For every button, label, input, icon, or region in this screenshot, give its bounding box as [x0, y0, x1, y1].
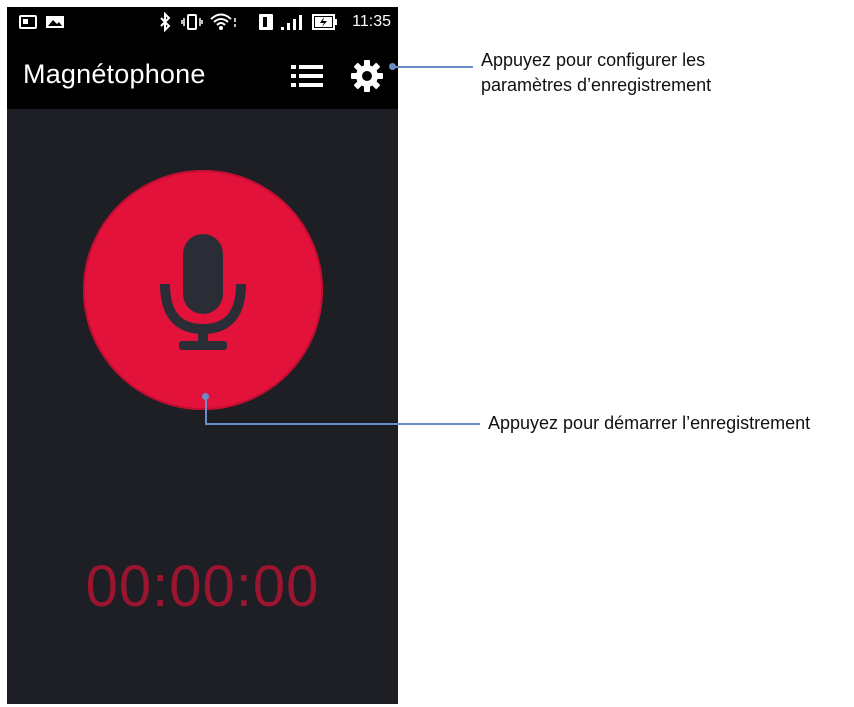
page-title: Magnétophone: [23, 59, 206, 89]
record-callout-vertical-line: [205, 396, 207, 425]
sim-icon: [258, 13, 274, 35]
record-button[interactable]: [83, 170, 323, 410]
bluetooth-icon: [159, 11, 171, 36]
battery-charging-icon: [312, 14, 338, 34]
record-callout-line: [205, 423, 480, 425]
settings-callout-line-2: paramètres d’enregistrement: [481, 75, 712, 95]
list-icon: [291, 65, 323, 87]
phone-screen: 11:35 Magnétophone 00:00:00: [7, 7, 398, 704]
microphone-icon: [160, 234, 246, 350]
signal-icon: [279, 13, 303, 35]
app-bar: Magnétophone: [7, 39, 398, 109]
notification-icon: [19, 15, 37, 33]
wifi-icon: [209, 12, 239, 36]
recordings-list-button[interactable]: [289, 63, 325, 89]
settings-callout: Appuyez pour configurer les paramètres d…: [481, 48, 841, 98]
status-bar: 11:35: [7, 7, 398, 39]
vibrate-icon: [181, 13, 203, 35]
gear-icon: [351, 60, 383, 92]
image-icon: [45, 15, 65, 33]
status-time: 11:35: [352, 13, 391, 30]
settings-callout-line-1: Appuyez pour configurer les: [481, 50, 706, 70]
recording-timer: 00:00:00: [85, 554, 320, 619]
settings-button[interactable]: [350, 59, 384, 93]
record-callout: Appuyez pour démarrer l’enregistrement: [488, 413, 811, 433]
settings-callout-line: [393, 66, 473, 68]
